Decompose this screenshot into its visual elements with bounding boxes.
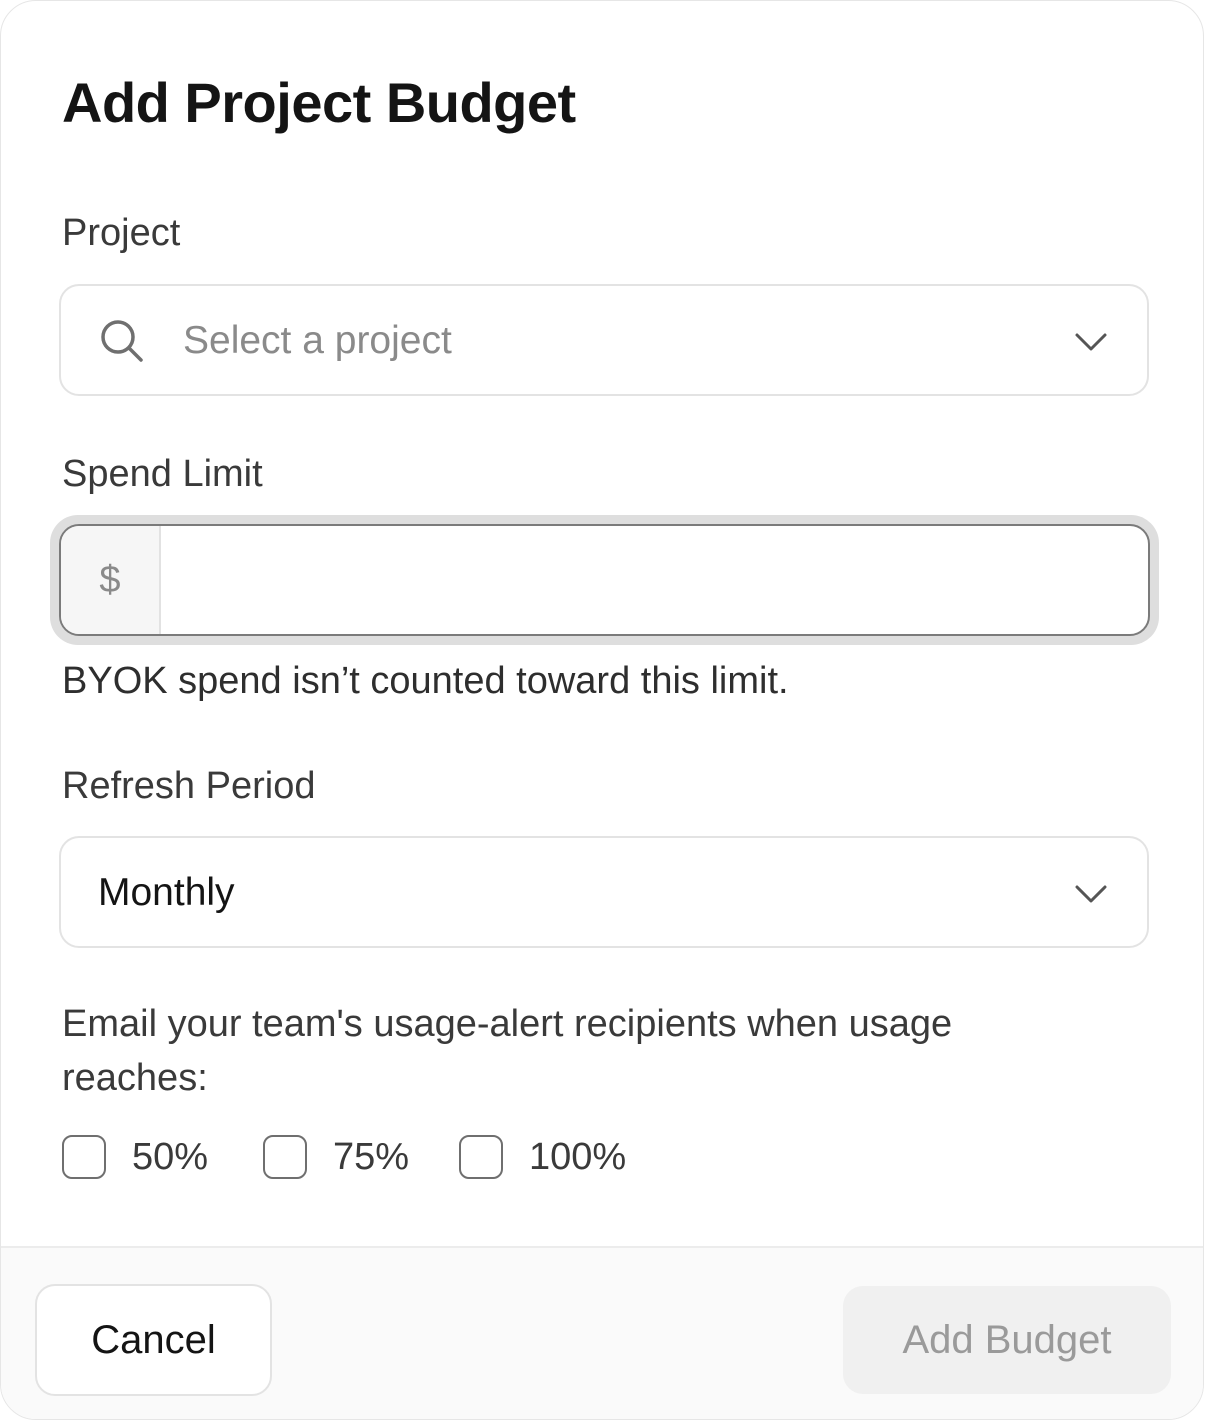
- project-label: Project: [62, 212, 181, 254]
- alert-option-label: 100%: [529, 1136, 627, 1178]
- checkbox[interactable]: [459, 1135, 503, 1179]
- alert-option-50[interactable]: 50%: [62, 1133, 208, 1181]
- dialog-footer: Cancel Add Budget: [1, 1246, 1203, 1419]
- refresh-period-label: Refresh Period: [62, 765, 316, 807]
- alert-option-label: 50%: [132, 1136, 209, 1178]
- alert-option-100[interactable]: 100%: [459, 1133, 626, 1181]
- spend-limit-input[interactable]: [163, 526, 1143, 634]
- chevron-down-icon: [1075, 885, 1107, 903]
- search-icon: [101, 320, 143, 362]
- spend-limit-input-group: $: [59, 524, 1150, 636]
- spend-limit-help-text: BYOK spend isn’t counted toward this lim…: [62, 660, 789, 702]
- add-budget-button[interactable]: Add Budget: [843, 1286, 1171, 1394]
- alert-option-label: 75%: [333, 1136, 410, 1178]
- alert-option-75[interactable]: 75%: [263, 1133, 409, 1181]
- project-select-placeholder: Select a project: [183, 319, 452, 362]
- currency-prefix: $: [61, 526, 161, 634]
- checkbox[interactable]: [62, 1135, 106, 1179]
- dialog-title: Add Project Budget: [62, 71, 576, 134]
- project-select[interactable]: Select a project: [59, 284, 1149, 396]
- checkbox[interactable]: [263, 1135, 307, 1179]
- spend-limit-focus-ring: $: [50, 515, 1159, 645]
- spend-limit-label: Spend Limit: [62, 453, 263, 495]
- chevron-down-icon: [1075, 333, 1107, 351]
- cancel-button[interactable]: Cancel: [35, 1284, 272, 1396]
- refresh-period-select[interactable]: Monthly: [59, 836, 1149, 948]
- add-project-budget-dialog: Add Project Budget Project Select a proj…: [0, 0, 1204, 1420]
- refresh-period-value: Monthly: [98, 871, 235, 914]
- usage-alert-description: Email your team's usage-alert recipients…: [62, 1003, 953, 1099]
